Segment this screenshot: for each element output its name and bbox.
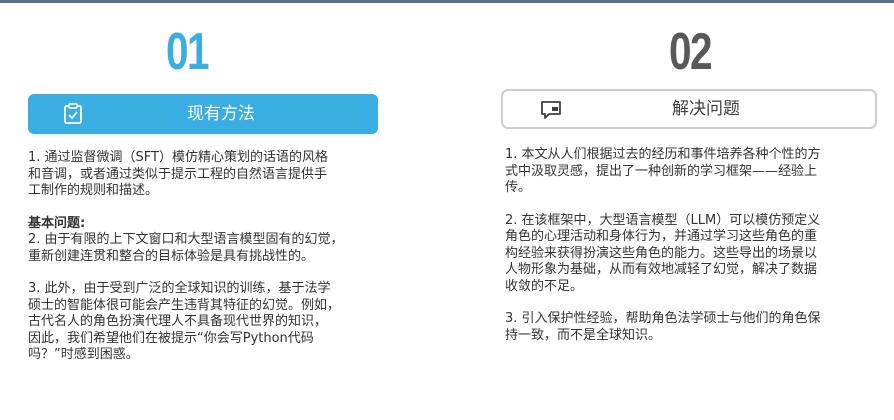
top-divider (0, 0, 894, 3)
paragraph-3: 3. 此外，由于受到广泛的全球知识的训练，基于法学 硕士的智能体很可能会产生违背… (28, 281, 341, 362)
problem-solving-banner: 解决问题 (501, 89, 877, 129)
section-number-01: 01 (166, 23, 210, 81)
paragraph-2: 2. 由于有限的上下文窗口和大型语言模型固有的幻觉， 重新创建连贯和整合的目标体… (28, 232, 344, 264)
existing-methods-text: 1. 通过监督微调（SFT）模仿精心策划的话语的风格 和音调，或者通过类似于提示… (28, 150, 388, 364)
problem-solving-text: 1. 本文从人们根据过去的经历和事件培养各种个性的方 式中汲取灵感，提出了一种创… (505, 147, 880, 344)
problem-solving-title: 解决问题 (672, 99, 740, 119)
existing-methods-title: 现有方法 (187, 104, 255, 124)
paragraph-1: 1. 本文从人们根据过去的经历和事件培养各种个性的方 式中汲取灵感，提出了一种创… (505, 147, 821, 195)
existing-methods-banner: 现有方法 (28, 94, 378, 134)
paragraph-2: 2. 在该框架中，大型语言模型（LLM）可以模仿预定义 角色的心理活动和身体行为… (505, 212, 821, 294)
section-number-02: 02 (669, 23, 713, 81)
paragraph-1: 1. 通过监督微调（SFT）模仿精心策划的话语的风格 和音调，或者通过类似于提示… (28, 150, 328, 198)
basic-problems-heading: 基本问题: (28, 215, 86, 231)
paragraph-3: 3. 引入保护性经验，帮助角色法学硕士与他们的角色保 持一致，而不是全球知识。 (505, 311, 821, 343)
